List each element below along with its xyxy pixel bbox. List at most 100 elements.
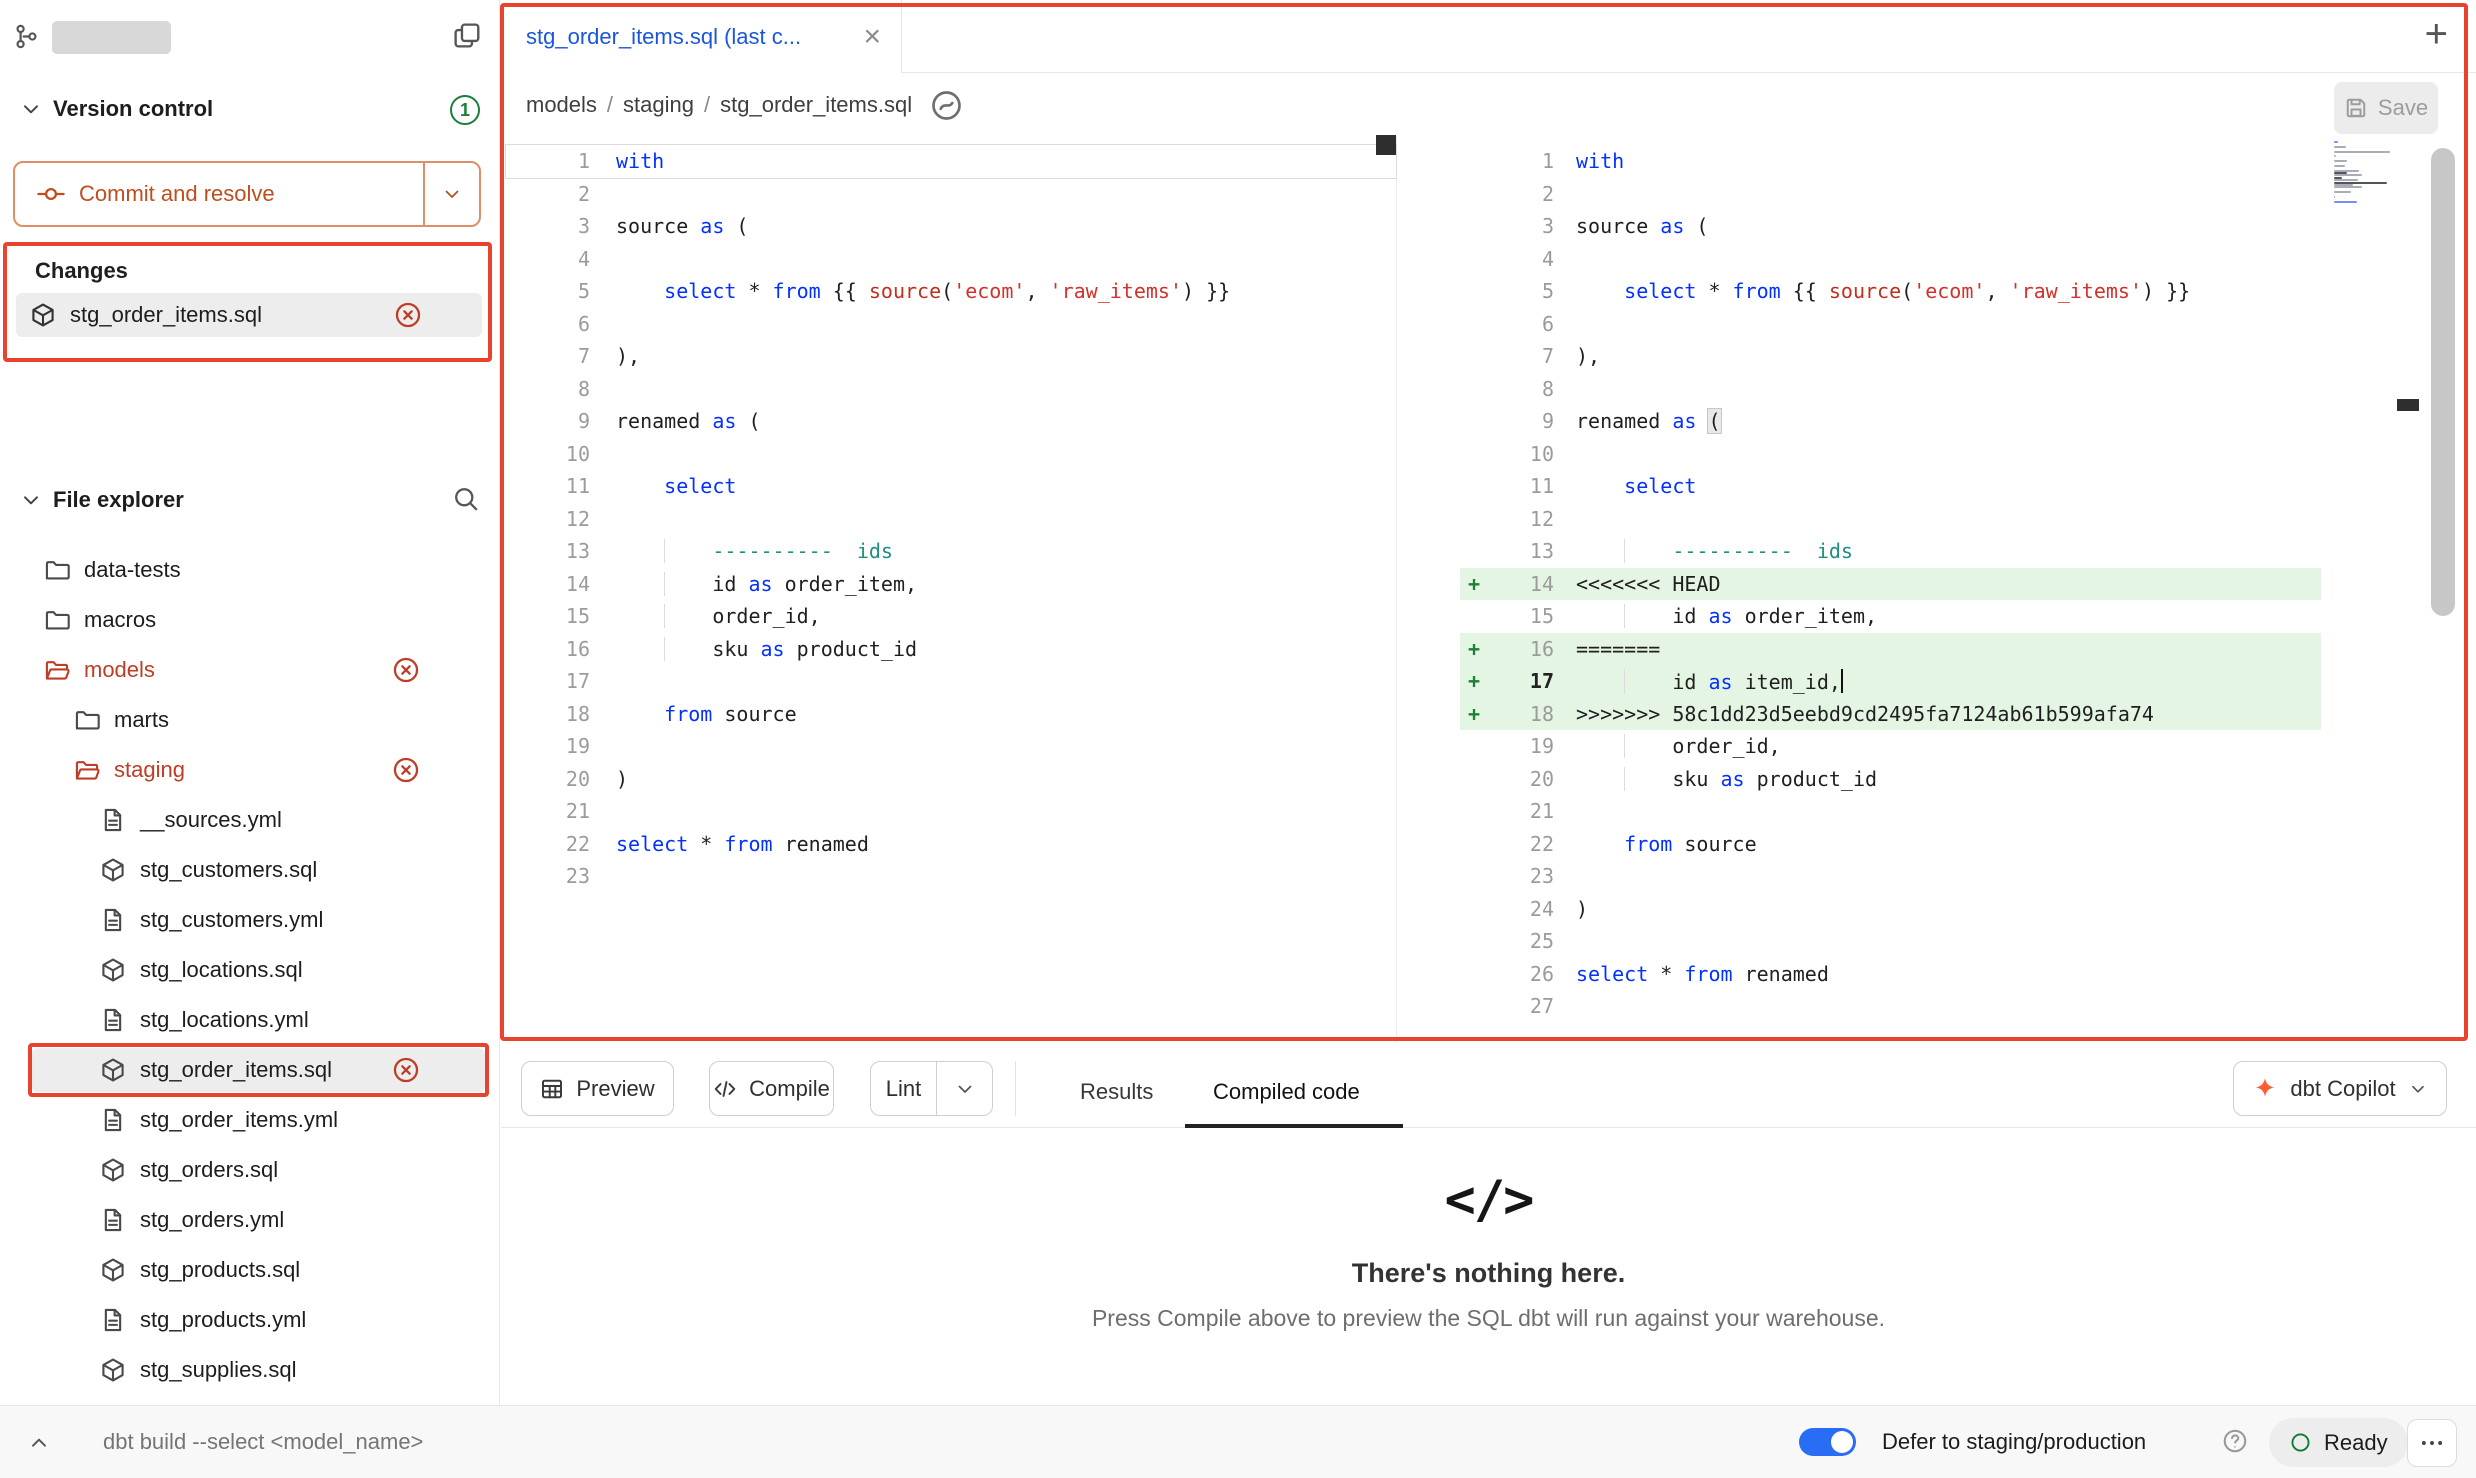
tree-item-stg_orders.sql[interactable]: stg_orders.sql [0,1145,499,1195]
code-line[interactable]: 20) [506,763,1396,796]
code-line[interactable]: 21 [1460,795,2321,828]
status-badge[interactable]: Ready [2269,1418,2408,1467]
code-line[interactable]: 16 sku as product_id [506,633,1396,666]
version-control-header[interactable]: Version control [0,88,499,130]
code-line[interactable]: 8 [506,373,1396,406]
preview-button[interactable]: Preview [521,1061,674,1116]
code-line[interactable]: 5 select * from {{ source('ecom', 'raw_i… [506,275,1396,308]
code-line[interactable]: 7), [506,340,1396,373]
code-line[interactable]: 9renamed as ( [1460,405,2321,438]
code-line[interactable]: 20 sku as product_id [1460,763,2321,796]
commit-and-resolve-button[interactable]: Commit and resolve [15,163,423,225]
code-line[interactable]: 13 ---------- ids [506,535,1396,568]
code-line[interactable]: 3source as ( [1460,210,2321,243]
tab-stg-order-items[interactable]: stg_order_items.sql (last c... × [502,0,902,73]
code-line[interactable]: 18 from source [506,698,1396,731]
file-explorer-header[interactable]: File explorer [0,479,499,521]
chevron-up-icon[interactable] [27,1431,51,1455]
lint-button[interactable]: Lint [871,1062,936,1115]
workspace-icon[interactable] [13,23,40,50]
breadcrumb-part[interactable]: models [526,92,597,118]
code-line[interactable]: 5 select * from {{ source('ecom', 'raw_i… [1460,275,2321,308]
code-line[interactable]: 27 [1460,990,2321,1023]
tree-item-staging[interactable]: staging [0,745,499,795]
code-line[interactable]: 13 ---------- ids [1460,535,2321,568]
code-line[interactable]: 22 from source [1460,828,2321,861]
code-line[interactable]: +17 id as item_id, [1460,665,2321,698]
code-line[interactable]: 15 order_id, [506,600,1396,633]
code-line[interactable]: 9renamed as ( [506,405,1396,438]
code-line[interactable]: 6 [1460,308,2321,341]
code-line[interactable]: 1with [1460,145,2321,178]
tab-compiled-code[interactable]: Compiled code [1213,1055,1360,1128]
compile-button[interactable]: Compile [709,1061,834,1116]
tree-item-stg_order_items.sql[interactable]: stg_order_items.sql [0,1045,499,1095]
tree-item-stg_order_items.yml[interactable]: stg_order_items.yml [0,1095,499,1145]
copy-panels-icon[interactable] [452,21,481,50]
discard-change-icon[interactable] [392,656,420,684]
changes-item[interactable]: stg_order_items.sql [16,293,482,337]
command-input[interactable]: dbt build --select <model_name> [103,1429,423,1455]
help-icon[interactable] [2222,1428,2248,1454]
tree-item-marts[interactable]: marts [0,695,499,745]
code-line[interactable]: 7), [1460,340,2321,373]
code-line[interactable]: 26select * from renamed [1460,958,2321,991]
code-line[interactable]: +16======= [1460,633,2321,666]
code-line[interactable]: 10 [1460,438,2321,471]
dbt-copilot-button[interactable]: dbt Copilot [2233,1061,2447,1116]
code-line[interactable]: 12 [1460,503,2321,536]
code-line[interactable]: 17 [506,665,1396,698]
tree-item-stg_orders.yml[interactable]: stg_orders.yml [0,1195,499,1245]
discard-change-icon[interactable] [392,756,420,784]
format-icon[interactable] [930,89,963,122]
tab-results[interactable]: Results [1080,1055,1153,1128]
tree-item-stg_products.yml[interactable]: stg_products.yml [0,1295,499,1345]
code-line[interactable]: 19 [506,730,1396,763]
code-line[interactable]: 2 [506,178,1396,211]
code-line[interactable]: 21 [506,795,1396,828]
tree-item-stg_locations.yml[interactable]: stg_locations.yml [0,995,499,1045]
code-line[interactable]: +14<<<<<<< HEAD [1460,568,2321,601]
code-line[interactable]: 24) [1460,893,2321,926]
code-line[interactable]: 23 [506,860,1396,893]
code-line[interactable]: 11 select [1460,470,2321,503]
tree-item-stg_customers.yml[interactable]: stg_customers.yml [0,895,499,945]
scrollbar-thumb[interactable] [2431,148,2455,616]
code-line[interactable]: 4 [1460,243,2321,276]
code-line[interactable]: 8 [1460,373,2321,406]
tree-item-__sources.yml[interactable]: __sources.yml [0,795,499,845]
commit-dropdown-button[interactable] [423,163,479,225]
search-icon[interactable] [452,485,480,513]
tree-item-stg_customers.sql[interactable]: stg_customers.sql [0,845,499,895]
code-line[interactable]: 11 select [506,470,1396,503]
minimap[interactable] [2334,141,2394,206]
code-line[interactable]: 19 order_id, [1460,730,2321,763]
tree-item-stg_locations.sql[interactable]: stg_locations.sql [0,945,499,995]
code-line[interactable]: 22select * from renamed [506,828,1396,861]
new-tab-button[interactable]: + [2425,14,2448,54]
code-line[interactable]: 10 [506,438,1396,471]
code-line[interactable]: 6 [506,308,1396,341]
tree-item-data-tests[interactable]: data-tests [0,545,499,595]
code-line[interactable]: 25 [1460,925,2321,958]
tree-item-models[interactable]: models [0,645,499,695]
discard-change-icon[interactable] [392,1056,420,1084]
code-line[interactable]: 15 id as order_item, [1460,600,2321,633]
breadcrumb-part[interactable]: stg_order_items.sql [720,92,912,118]
code-line[interactable]: 3source as ( [506,210,1396,243]
close-tab-icon[interactable]: × [863,22,881,52]
code-line[interactable]: +18>>>>>>> 58c1dd23d5eebd9cd2495fa7124ab… [1460,698,2321,731]
tree-item-stg_products.sql[interactable]: stg_products.sql [0,1245,499,1295]
tree-item-stg_supplies.sql[interactable]: stg_supplies.sql [0,1345,499,1395]
discard-change-icon[interactable] [394,301,422,329]
save-button[interactable]: Save [2334,82,2438,134]
tree-item-macros[interactable]: macros [0,595,499,645]
code-line[interactable]: 23 [1460,860,2321,893]
code-line[interactable]: 2 [1460,178,2321,211]
code-line[interactable]: 4 [506,243,1396,276]
lint-dropdown-button[interactable] [936,1062,992,1115]
defer-toggle[interactable] [1799,1428,1856,1456]
code-line[interactable]: 12 [506,503,1396,536]
more-options-button[interactable] [2407,1419,2457,1467]
code-line[interactable]: 1with [506,145,1396,178]
